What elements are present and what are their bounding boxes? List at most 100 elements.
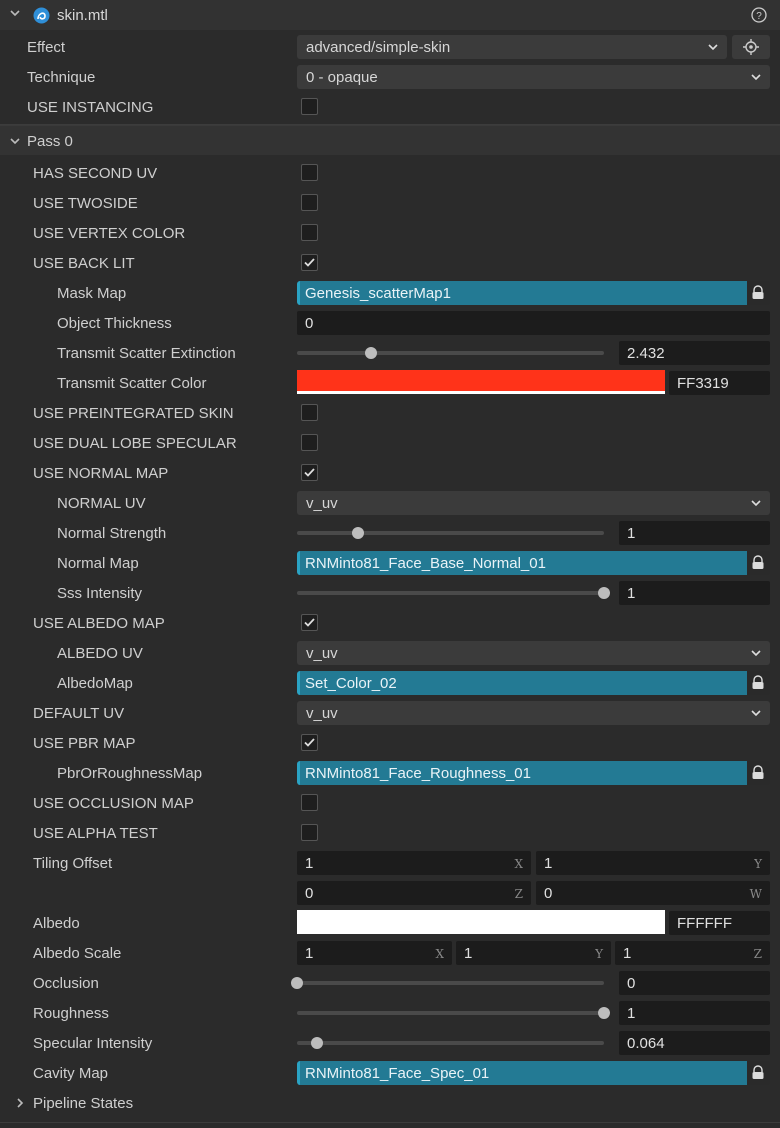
- chevron-down-icon: [10, 138, 20, 145]
- lock-icon[interactable]: [750, 1065, 766, 1081]
- chevron-down-icon[interactable]: [8, 6, 22, 20]
- object-thickness-row: Object Thickness 0: [0, 308, 780, 338]
- pipeline-states-row[interactable]: Pipeline States: [0, 1088, 780, 1118]
- chevron-down-icon: [751, 650, 761, 657]
- use-normal-map-checkbox[interactable]: [301, 464, 318, 481]
- transmit-scatter-extinction-input[interactable]: 2.432: [619, 341, 770, 365]
- asset-title: skin.mtl: [57, 7, 108, 24]
- use-alpha-test-row: USE ALPHA TEST: [0, 818, 780, 848]
- tiling-offset-x-input[interactable]: 1 X: [297, 851, 531, 875]
- albedo-scale-z-input[interactable]: 1 Z: [615, 941, 770, 965]
- cavity-map-value: RNMinto81_Face_Spec_01: [305, 1065, 490, 1082]
- specular-intensity-input[interactable]: 0.064: [619, 1031, 770, 1055]
- material-logo-icon: [33, 7, 50, 24]
- occlusion-row: Occlusion 0: [0, 968, 780, 998]
- default-uv-select[interactable]: v_uv: [297, 701, 770, 725]
- cavity-map-asset-field[interactable]: RNMinto81_Face_Spec_01: [297, 1061, 770, 1085]
- albedo-hex-input[interactable]: FFFFFF: [669, 911, 770, 935]
- use-dual-lobe-specular-checkbox[interactable]: [301, 434, 318, 451]
- transmit-scatter-color-hex-input[interactable]: FF3319: [669, 371, 770, 395]
- sss-intensity-thumb[interactable]: [598, 587, 610, 599]
- albedo-uv-select[interactable]: v_uv: [297, 641, 770, 665]
- technique-value: 0 - opaque: [306, 69, 378, 86]
- albedo-scale-z-value: 1: [623, 945, 632, 962]
- has-second-uv-row: HAS SECOND UV: [0, 158, 780, 188]
- normal-map-asset-field[interactable]: RNMinto81_Face_Base_Normal_01: [297, 551, 770, 575]
- transmit-scatter-extinction-thumb[interactable]: [364, 347, 377, 359]
- albedo-map-asset-field[interactable]: Set_Color_02: [297, 671, 770, 695]
- use-occlusion-map-label: USE OCCLUSION MAP: [33, 795, 194, 812]
- occlusion-slider[interactable]: [297, 981, 604, 985]
- use-pbr-map-label: USE PBR MAP: [33, 735, 136, 752]
- pass-0-section[interactable]: Pass 0: [0, 125, 780, 155]
- specular-intensity-thumb[interactable]: [310, 1037, 323, 1049]
- use-vertex-color-checkbox[interactable]: [301, 224, 318, 241]
- mask-map-asset-field[interactable]: Genesis_scatterMap1: [297, 281, 770, 305]
- effect-label: Effect: [27, 39, 66, 56]
- normal-strength-input[interactable]: 1: [619, 521, 770, 545]
- use-alpha-test-checkbox[interactable]: [301, 824, 318, 841]
- albedo-uv-row: ALBEDO UV v_uv: [0, 638, 780, 668]
- object-thickness-input[interactable]: 0: [297, 311, 770, 335]
- use-occlusion-map-checkbox[interactable]: [301, 794, 318, 811]
- roughness-row: Roughness 1: [0, 998, 780, 1028]
- sss-intensity-slider[interactable]: [297, 591, 604, 595]
- normal-strength-thumb[interactable]: [352, 527, 365, 539]
- normal-uv-select[interactable]: v_uv: [297, 491, 770, 515]
- use-normal-map-label: USE NORMAL MAP: [33, 465, 169, 482]
- sss-intensity-input[interactable]: 1: [619, 581, 770, 605]
- use-normal-map-row: USE NORMAL MAP: [0, 458, 780, 488]
- axis-y-label: Y: [754, 857, 762, 871]
- lock-icon[interactable]: [750, 555, 766, 571]
- normal-strength-slider[interactable]: [297, 531, 604, 535]
- roughness-thumb[interactable]: [598, 1007, 610, 1019]
- lock-icon[interactable]: [750, 285, 766, 301]
- transmit-scatter-extinction-slider[interactable]: [297, 351, 604, 355]
- occlusion-input[interactable]: 0: [619, 971, 770, 995]
- specular-intensity-slider[interactable]: [297, 1041, 604, 1045]
- albedo-scale-x-input[interactable]: 1 X: [297, 941, 452, 965]
- specular-intensity-row: Specular Intensity 0.064: [0, 1028, 780, 1058]
- use-vertex-color-label: USE VERTEX COLOR: [33, 225, 186, 242]
- effect-row: Effect advanced/simple-skin: [0, 32, 780, 62]
- technique-select[interactable]: 0 - opaque: [297, 65, 770, 89]
- has-second-uv-checkbox[interactable]: [301, 164, 318, 181]
- use-albedo-map-checkbox[interactable]: [301, 614, 318, 631]
- pbr-map-asset-field[interactable]: RNMinto81_Face_Roughness_01: [297, 761, 770, 785]
- tiling-offset-y-input[interactable]: 1 Y: [536, 851, 770, 875]
- roughness-label: Roughness: [33, 1005, 109, 1022]
- albedo-scale-x-value: 1: [305, 945, 314, 962]
- axis-y-label: Y: [595, 947, 603, 961]
- tiling-offset-z-input[interactable]: 0 Z: [297, 881, 531, 905]
- use-twoside-label: USE TWOSIDE: [33, 195, 138, 212]
- use-instancing-checkbox[interactable]: [301, 98, 318, 115]
- tiling-offset-x-value: 1: [305, 855, 314, 872]
- use-instancing-row: USE INSTANCING: [0, 92, 780, 122]
- use-back-lit-checkbox[interactable]: [301, 254, 318, 271]
- use-dual-lobe-specular-label: USE DUAL LOBE SPECULAR: [33, 435, 237, 452]
- tiling-offset-w-input[interactable]: 0 W: [536, 881, 770, 905]
- lock-icon[interactable]: [750, 765, 766, 781]
- use-pbr-map-checkbox[interactable]: [301, 734, 318, 751]
- roughness-input[interactable]: 1: [619, 1001, 770, 1025]
- albedo-hex: FFFFFF: [677, 915, 732, 932]
- transmit-scatter-extinction-label: Transmit Scatter Extinction: [57, 345, 236, 362]
- occlusion-thumb[interactable]: [291, 977, 303, 989]
- use-instancing-label: USE INSTANCING: [27, 99, 154, 116]
- roughness-slider[interactable]: [297, 1011, 604, 1015]
- lock-icon[interactable]: [750, 675, 766, 691]
- normal-uv-row: NORMAL UV v_uv: [0, 488, 780, 518]
- transmit-scatter-color-swatch[interactable]: [297, 370, 665, 394]
- help-icon[interactable]: ?: [751, 7, 767, 23]
- albedo-color-swatch[interactable]: [297, 910, 665, 934]
- normal-map-value: RNMinto81_Face_Base_Normal_01: [305, 555, 546, 572]
- chevron-right-icon[interactable]: [14, 1097, 26, 1109]
- locate-effect-button[interactable]: [732, 35, 770, 59]
- use-preintegrated-skin-checkbox[interactable]: [301, 404, 318, 421]
- effect-select[interactable]: advanced/simple-skin: [297, 35, 727, 59]
- locate-icon: [743, 39, 759, 55]
- albedo-scale-y-input[interactable]: 1 Y: [456, 941, 611, 965]
- occlusion-value: 0: [627, 975, 636, 992]
- use-twoside-checkbox[interactable]: [301, 194, 318, 211]
- normal-map-label: Normal Map: [57, 555, 139, 572]
